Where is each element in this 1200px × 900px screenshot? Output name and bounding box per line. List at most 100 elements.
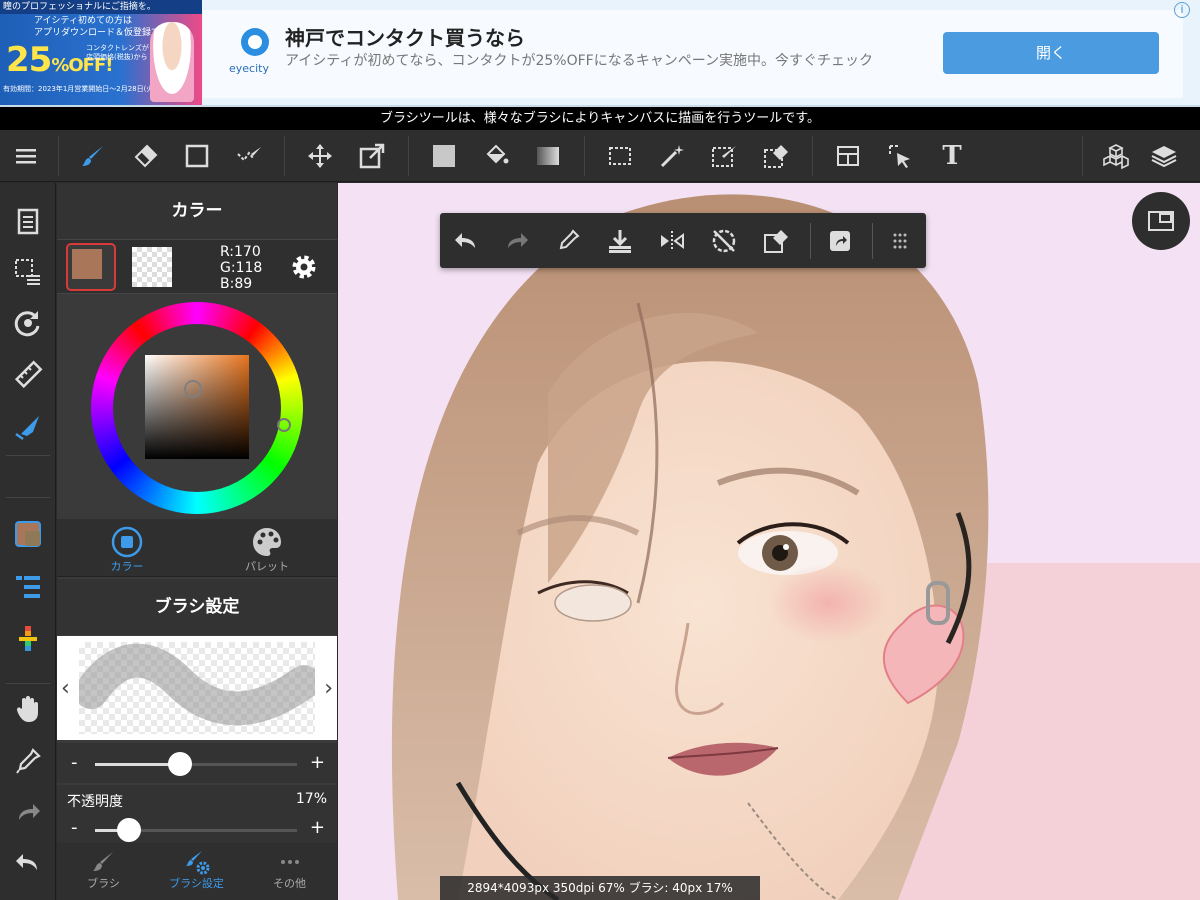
ad-info-icon[interactable]: i	[1174, 2, 1190, 18]
ad-banner[interactable]: 瞳のプロフェッショナルにご指摘を。 アイシティ初めての方は アプリダウンロード＆…	[0, 0, 1200, 107]
color-wheel-area	[57, 294, 337, 519]
select-tool-icon[interactable]	[600, 136, 640, 176]
opacity-slider-knob[interactable]	[117, 818, 141, 842]
transform-tool-icon[interactable]	[352, 136, 392, 176]
tab-palette[interactable]: パレット	[197, 519, 337, 577]
layers-icon[interactable]	[1144, 136, 1184, 176]
main-color-swatch[interactable]	[66, 243, 116, 291]
layer-list-icon[interactable]	[8, 567, 48, 607]
saturation-value-square[interactable]	[145, 355, 249, 459]
text-tool-icon[interactable]: T	[932, 136, 972, 176]
opacity-slider-track[interactable]	[95, 818, 297, 842]
gear-icon[interactable]	[287, 250, 321, 284]
floating-command-bar	[440, 213, 926, 268]
move-tool-icon[interactable]	[300, 136, 340, 176]
color-swatch-rail-icon[interactable]	[8, 514, 48, 554]
current-color-row: R:170 G:118 B:89	[57, 239, 337, 294]
more-icon	[280, 860, 299, 864]
brush-tool-icon[interactable]	[73, 136, 113, 176]
selection-menu-icon[interactable]	[8, 251, 48, 291]
redo-icon[interactable]	[497, 221, 537, 261]
gradient-tool-icon[interactable]	[528, 136, 568, 176]
select-pen-icon[interactable]	[704, 136, 744, 176]
brush-settings-title: ブラシ設定	[57, 579, 337, 635]
ruler-icon[interactable]	[8, 355, 48, 395]
brush-icon	[92, 852, 113, 871]
grip-handle-icon[interactable]	[880, 221, 920, 261]
line-tool-icon[interactable]	[229, 136, 269, 176]
size-slider-track[interactable]	[95, 752, 297, 776]
ad-image-discount-number: 25	[6, 40, 52, 80]
hue-cursor[interactable]	[277, 418, 291, 432]
brush-size-slider-row: - +	[57, 743, 337, 783]
select-eraser-icon[interactable]	[756, 136, 796, 176]
brush-preview: ‹ ›	[57, 636, 337, 740]
tab-color[interactable]: カラー	[57, 519, 197, 577]
tab-brush[interactable]: ブラシ	[57, 843, 150, 900]
eyecity-logo-text: eyecity	[229, 62, 269, 75]
canvas-status-bar: 2894*4093px 350dpi 67% ブラシ: 40px 17%	[440, 876, 760, 900]
top-toolbar: T	[0, 130, 1200, 182]
tab-more-label: その他	[273, 877, 306, 890]
frame-divider-icon[interactable]	[828, 136, 868, 176]
blue-value: B:89	[220, 276, 253, 292]
magic-wand-icon[interactable]	[652, 136, 692, 176]
opacity-minus-button[interactable]: -	[71, 817, 78, 838]
red-value: R:170	[220, 244, 261, 260]
color-tabs: カラー パレット	[57, 519, 337, 577]
brush-stroke-preview	[74, 643, 321, 726]
opacity-value: 17%	[295, 791, 327, 807]
clear-layer-icon[interactable]	[756, 221, 796, 261]
navigator-toggle-button[interactable]	[1132, 192, 1190, 250]
size-slider-knob[interactable]	[168, 752, 192, 776]
redo-icon[interactable]	[8, 793, 48, 833]
transparent-color-swatch[interactable]	[132, 247, 172, 287]
page-manager-icon[interactable]	[8, 201, 48, 241]
chevron-left-icon[interactable]: ‹	[61, 676, 70, 701]
ad-image[interactable]: 瞳のプロフェッショナルにご指摘を。 アイシティ初めての方は アプリダウンロード＆…	[0, 0, 202, 105]
navigator-icon	[1148, 211, 1174, 231]
undo-icon[interactable]	[446, 221, 486, 261]
materials-icon[interactable]	[1096, 136, 1136, 176]
ad-content[interactable]: eyecity 神戸でコンタクト買うなら アイシティが初めてなら、コンタクトが2…	[203, 10, 1183, 98]
drawing-canvas[interactable]: 2894*4093px 350dpi 67% ブラシ: 40px 17%	[338, 183, 1200, 900]
operation-tool-icon[interactable]	[880, 136, 920, 176]
rgb-values: R:170 G:118 B:89	[220, 244, 262, 292]
color-panel-title: カラー	[57, 183, 337, 239]
hand-tool-icon[interactable]	[8, 689, 48, 729]
text-tool-glyph: T	[942, 141, 962, 171]
fill-color-tool-icon[interactable]	[424, 136, 464, 176]
ad-description: アイシティが初めてなら、コンタクトが25%OFFになるキャンペーン実施中。今すぐ…	[285, 53, 873, 69]
ad-image-tag: アイシティ初めての方は アプリダウンロード＆仮登録で	[34, 16, 161, 38]
shape-tool-icon[interactable]	[177, 136, 217, 176]
quick-share-icon[interactable]	[820, 221, 860, 261]
opacity-row: 不透明度 17% - +	[57, 785, 337, 843]
flip-horizontal-icon[interactable]	[652, 221, 692, 261]
side-panel: カラー R:170 G:118 B:89 カラー パレット ブラシ設定 ‹ › …	[57, 183, 337, 900]
sv-cursor[interactable]	[184, 380, 202, 398]
size-minus-button[interactable]: -	[71, 752, 78, 773]
color-palette-rail-icon[interactable]	[8, 619, 48, 659]
color-circle-icon	[111, 526, 143, 558]
bucket-tool-icon[interactable]	[476, 136, 516, 176]
snap-pen-icon[interactable]	[8, 407, 48, 447]
eraser-tool-icon[interactable]	[125, 136, 165, 176]
menu-icon[interactable]	[6, 136, 46, 176]
rotate-canvas-icon[interactable]	[8, 303, 48, 343]
undo-icon[interactable]	[8, 843, 48, 883]
eyedropper-icon[interactable]	[548, 221, 588, 261]
tab-brush-settings[interactable]: ブラシ設定	[150, 843, 243, 900]
brush-panel-tabs: ブラシ ブラシ設定 その他	[57, 843, 337, 900]
ad-open-button[interactable]: 開く	[943, 32, 1159, 74]
opacity-plus-button[interactable]: +	[310, 817, 325, 838]
tab-more[interactable]: その他	[243, 843, 336, 900]
foreground-color[interactable]	[72, 249, 102, 279]
ad-image-strip: 瞳のプロフェッショナルにご指摘を。	[0, 0, 202, 14]
eyedropper-icon[interactable]	[8, 741, 48, 781]
chevron-right-icon[interactable]: ›	[324, 676, 333, 701]
reset-rotation-icon[interactable]	[704, 221, 744, 261]
save-download-icon[interactable]	[600, 221, 640, 261]
tab-brush-settings-label: ブラシ設定	[169, 877, 224, 890]
size-plus-button[interactable]: +	[310, 752, 325, 773]
opacity-label: 不透明度	[67, 794, 123, 810]
